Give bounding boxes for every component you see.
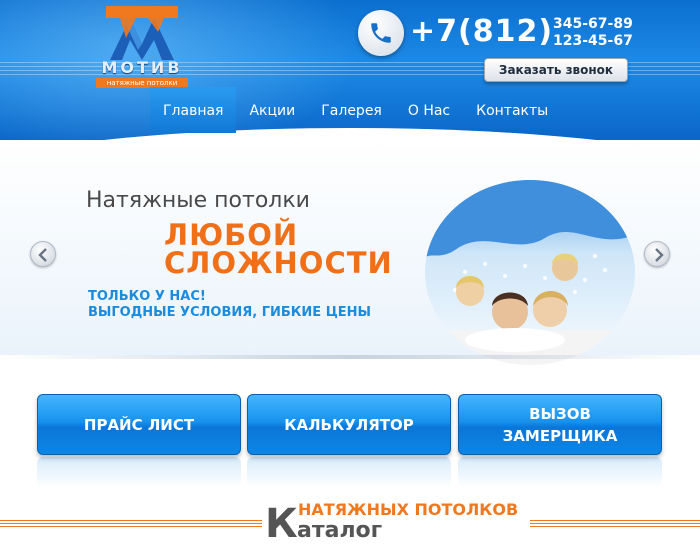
chevron-right-icon <box>655 248 664 262</box>
phone-code[interactable]: +7(812) <box>410 14 553 49</box>
phone-number-1[interactable]: 345-67-89 <box>553 16 633 32</box>
callback-button[interactable]: Заказать звонок <box>484 58 628 82</box>
button-reflection <box>247 457 451 487</box>
slider-next-button[interactable] <box>644 241 670 267</box>
price-list-label: ПРАЙС ЛИСТ <box>83 415 195 434</box>
slide-promo-line-1: ТОЛЬКО У НАС! <box>88 289 206 304</box>
call-measurer-label-line-2: ЗАМЕРЩИКА <box>502 426 618 445</box>
call-measurer-button[interactable]: ВЫЗОВ ЗАМЕРЩИКА <box>458 394 662 455</box>
calculator-button[interactable]: КАЛЬКУЛЯТОР <box>247 394 451 455</box>
nav-item-promotions[interactable]: Акции <box>236 87 308 133</box>
logo[interactable]: МОТИВ натяжные потолки <box>92 4 192 88</box>
slider-shadow <box>0 355 700 359</box>
phone-icon <box>358 10 404 56</box>
button-reflection <box>458 457 662 487</box>
chevron-left-icon <box>38 248 47 262</box>
slide-promo-line-2: ВЫГОДНЫЕ УСЛОВИЯ, ГИБКИЕ ЦЕНЫ <box>88 305 371 320</box>
nav-item-gallery[interactable]: Галерея <box>308 87 395 133</box>
logo-name: МОТИВ <box>101 58 183 77</box>
call-measurer-label-line-1: ВЫЗОВ <box>529 404 591 423</box>
hero-slider: Натяжные потолки ЛЮБОЙ СЛОЖНОСТИ ТОЛЬКО … <box>0 140 700 365</box>
catalog-heading-rest: аталог <box>297 518 383 543</box>
price-list-button[interactable]: ПРАЙС ЛИСТ <box>37 394 241 455</box>
main-nav: Главная Акции Галерея О Нас Контакты <box>150 87 561 133</box>
logo-mark-icon <box>106 6 178 60</box>
phone-number-2[interactable]: 123-45-67 <box>553 33 633 49</box>
nav-item-about[interactable]: О Нас <box>395 87 463 133</box>
slide-headline-line-2: СЛОЖНОСТИ <box>164 246 393 280</box>
calculator-label: КАЛЬКУЛЯТОР <box>284 415 414 434</box>
catalog-heading-initial: К <box>265 501 298 545</box>
hero-family-photo <box>425 180 635 365</box>
slider-prev-button[interactable] <box>30 241 56 267</box>
nav-item-contacts[interactable]: Контакты <box>463 87 561 133</box>
nav-item-home[interactable]: Главная <box>150 87 237 133</box>
button-reflection <box>37 457 241 487</box>
slide-subtitle: Натяжные потолки <box>86 188 310 213</box>
catalog-heading-top: НАТЯЖНЫХ ПОТОЛКОВ <box>298 500 519 519</box>
